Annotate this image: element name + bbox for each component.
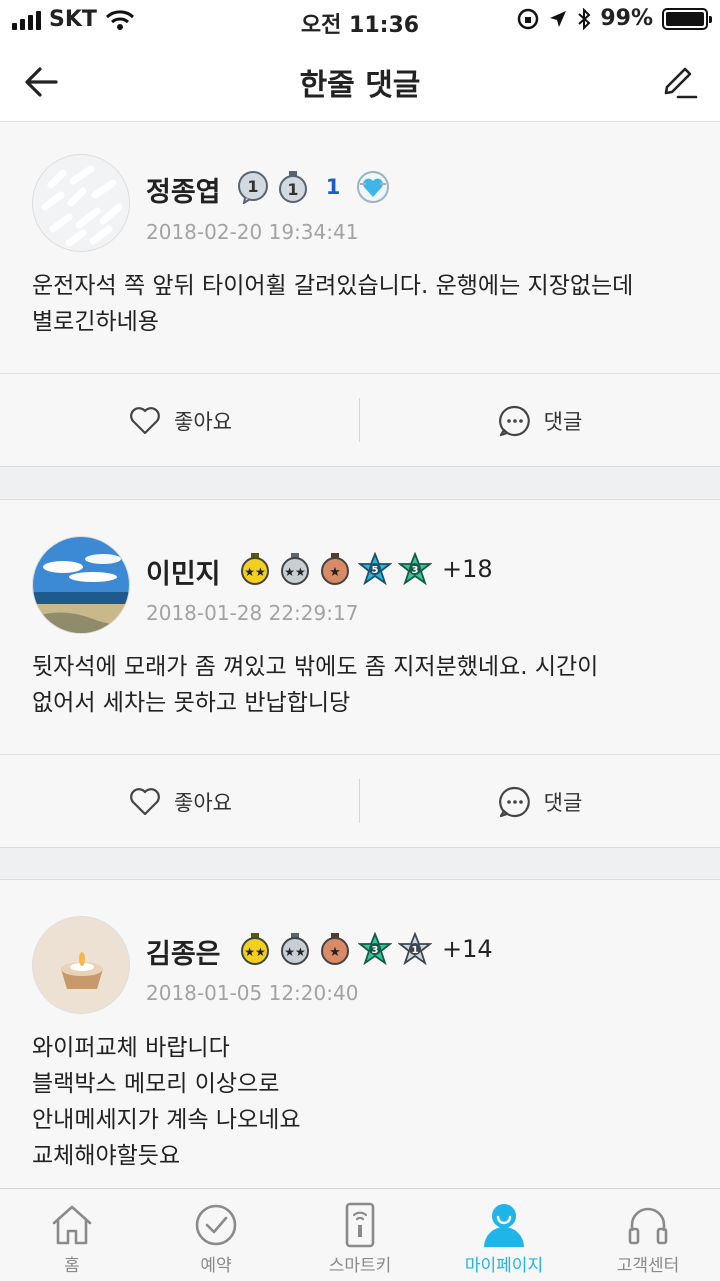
comment-feed[interactable]: 정종엽 1 1 1 2018-02-20 19:34:41 운전자석 쪽 앞뒤 … bbox=[0, 122, 720, 1188]
chat-bubble-icon bbox=[498, 405, 530, 436]
tab-label: 고객센터 bbox=[616, 1256, 680, 1276]
tab-label: 스마트키 bbox=[328, 1256, 392, 1276]
post-date: 2018-01-28 22:29:17 bbox=[146, 601, 359, 625]
svg-text:★★: ★★ bbox=[284, 945, 306, 959]
nav-bar: 한줄 댓글 bbox=[0, 40, 720, 122]
comment-line: 교체해야할듯요 bbox=[32, 1143, 181, 1169]
svg-text:1: 1 bbox=[247, 177, 258, 196]
tab-home[interactable]: 홈 bbox=[0, 1189, 144, 1281]
bronze-medal-icon: ★ bbox=[321, 933, 349, 965]
svg-text:★: ★ bbox=[329, 565, 341, 580]
post-date: 2018-02-20 19:34:41 bbox=[146, 220, 359, 244]
comment-card: 정종엽 1 1 1 2018-02-20 19:34:41 운전자석 쪽 앞뒤 … bbox=[0, 122, 720, 466]
extra-badge-count[interactable]: +14 bbox=[442, 935, 493, 963]
like-label: 좋아요 bbox=[174, 409, 232, 434]
badge-list: ★★ ★★ ★ 5 3 +18 bbox=[238, 552, 493, 586]
comment-text: 와이퍼교체 바랍니다 블랙박스 메모리 이상으로 안내메세지가 계속 나오네요 … bbox=[32, 1030, 702, 1174]
badge-list: ★★ ★★ ★ 3 1 +14 bbox=[238, 932, 493, 966]
chat-bubble-icon bbox=[498, 786, 530, 817]
tab-customer-center[interactable]: 고객센터 bbox=[576, 1189, 720, 1281]
divider bbox=[0, 466, 720, 467]
comment-button[interactable]: 댓글 bbox=[360, 374, 720, 467]
avatar[interactable] bbox=[32, 536, 130, 634]
green-star-badge-icon: 3 bbox=[358, 932, 392, 966]
comment-line: 안내메세지가 계속 나오네요 bbox=[32, 1107, 301, 1133]
bottom-tab-bar: 홈 예약 스마트키 마이페이지 고객센터 bbox=[0, 1188, 720, 1281]
svg-text:5: 5 bbox=[372, 565, 379, 576]
tab-label: 홈 bbox=[64, 1256, 80, 1276]
silver-medal-icon: ★★ bbox=[281, 553, 309, 585]
svg-text:★★: ★★ bbox=[244, 945, 266, 959]
badge-list: 1 1 1 bbox=[236, 170, 390, 204]
comment-line: 뒷자석에 모래가 좀 껴있고 밖에도 좀 지저분했네요. 시간이 bbox=[32, 654, 599, 680]
bronze-medal-icon: ★ bbox=[321, 553, 349, 585]
bluetooth-icon bbox=[578, 7, 591, 30]
comment-card: 이민지 ★★ ★★ ★ 5 3 +18 2018-01-28 22:29:17 … bbox=[0, 500, 720, 847]
badge-count: 1 bbox=[325, 175, 341, 199]
headset-icon bbox=[628, 1207, 668, 1245]
comment-button[interactable]: 댓글 bbox=[360, 755, 720, 848]
svg-text:★★: ★★ bbox=[244, 565, 266, 579]
tab-smart-key[interactable]: 스마트키 bbox=[288, 1189, 432, 1281]
author-name[interactable]: 이민지 bbox=[146, 552, 221, 591]
comment-line: 운전자석 쪽 앞뒤 타이어휠 갈려있습니다. 운행에는 지장없는데 bbox=[32, 273, 634, 299]
svg-text:3: 3 bbox=[412, 565, 419, 576]
heart-icon bbox=[130, 787, 160, 815]
comment-label: 댓글 bbox=[543, 409, 583, 434]
avatar[interactable] bbox=[32, 916, 130, 1014]
action-bar: 좋아요 댓글 bbox=[0, 754, 720, 847]
gold-medal-icon: ★★ bbox=[241, 933, 269, 965]
tab-label: 예약 bbox=[200, 1256, 232, 1276]
edit-pencil-icon[interactable] bbox=[658, 60, 698, 100]
author-name[interactable]: 김종은 bbox=[146, 932, 221, 971]
comment-text: 운전자석 쪽 앞뒤 타이어휠 갈려있습니다. 운행에는 지장없는데 별로긴하네용 bbox=[32, 268, 702, 340]
blue-star-badge-icon: 5 bbox=[358, 552, 392, 586]
gold-medal-icon: ★★ bbox=[241, 553, 269, 585]
orientation-lock-icon bbox=[518, 8, 539, 29]
location-icon bbox=[550, 10, 567, 27]
silver-medal-icon: ★★ bbox=[281, 933, 309, 965]
speech-badge-icon: 1 bbox=[238, 171, 268, 204]
smart-key-icon bbox=[345, 1202, 375, 1248]
action-bar: 좋아요 댓글 bbox=[0, 373, 720, 466]
comment-card: 김종은 ★★ ★★ ★ 3 1 +14 2018-01-05 12:20:40 … bbox=[0, 880, 720, 1188]
clock-check-icon bbox=[195, 1204, 237, 1246]
battery-percent: 99% bbox=[600, 6, 653, 31]
comment-line: 블랙박스 메모리 이상으로 bbox=[32, 1071, 280, 1097]
svg-text:★★: ★★ bbox=[284, 565, 306, 579]
tab-reservation[interactable]: 예약 bbox=[144, 1189, 288, 1281]
person-icon bbox=[484, 1204, 524, 1247]
medal-badge-icon: 1 bbox=[279, 171, 307, 203]
svg-text:3: 3 bbox=[372, 945, 379, 956]
post-date: 2018-01-05 12:20:40 bbox=[146, 981, 359, 1005]
status-bar: SKT 오전 11:36 99% bbox=[0, 0, 720, 40]
tab-my-page[interactable]: 마이페이지 bbox=[432, 1189, 576, 1281]
green-star-badge-icon: 3 bbox=[398, 552, 432, 586]
battery-icon bbox=[662, 7, 712, 30]
svg-text:★: ★ bbox=[329, 945, 341, 960]
avatar[interactable] bbox=[32, 154, 130, 252]
home-icon bbox=[52, 1205, 92, 1245]
divider bbox=[0, 847, 720, 848]
comment-line: 없어서 세차는 못하고 반납합니당 bbox=[32, 690, 351, 716]
heart-badge-icon bbox=[357, 171, 389, 203]
like-label: 좋아요 bbox=[174, 790, 232, 815]
svg-text:1: 1 bbox=[287, 180, 298, 199]
comment-line: 별로긴하네용 bbox=[32, 309, 159, 335]
comment-text: 뒷자석에 모래가 좀 껴있고 밖에도 좀 지저분했네요. 시간이 없어서 세차는… bbox=[32, 649, 702, 721]
page-title: 한줄 댓글 bbox=[299, 68, 421, 103]
silver-star-badge-icon: 1 bbox=[398, 932, 432, 966]
comment-label: 댓글 bbox=[543, 790, 583, 815]
comment-line: 와이퍼교체 바랍니다 bbox=[32, 1035, 230, 1061]
like-button[interactable]: 좋아요 bbox=[0, 755, 360, 848]
author-name[interactable]: 정종엽 bbox=[146, 170, 221, 209]
tab-label: 마이페이지 bbox=[464, 1256, 544, 1276]
heart-icon bbox=[130, 406, 160, 434]
back-arrow-icon[interactable] bbox=[22, 62, 62, 102]
like-button[interactable]: 좋아요 bbox=[0, 374, 360, 467]
extra-badge-count[interactable]: +18 bbox=[442, 555, 493, 583]
svg-text:1: 1 bbox=[412, 945, 419, 956]
